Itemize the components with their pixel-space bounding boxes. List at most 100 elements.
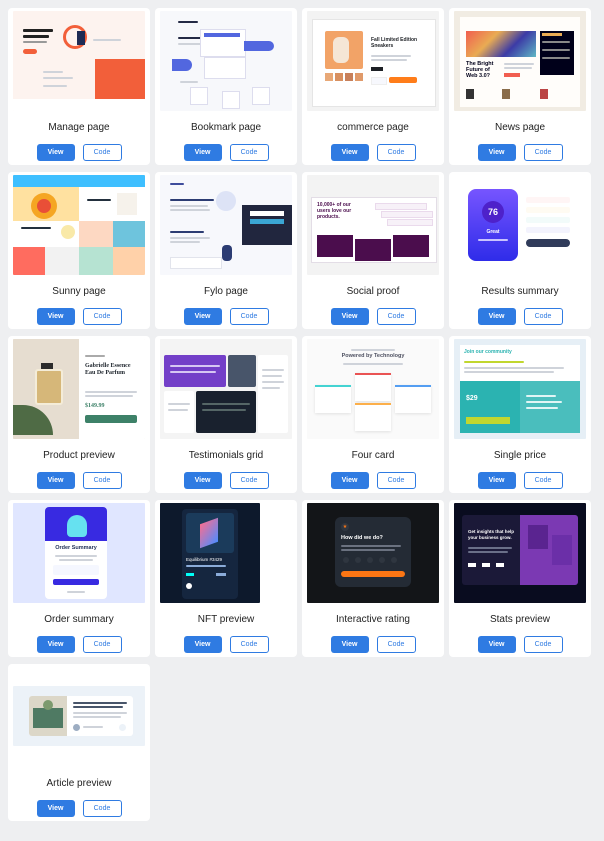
view-button[interactable]: View [36, 800, 75, 817]
code-button[interactable]: Code [82, 800, 122, 817]
view-button[interactable]: View [330, 308, 369, 325]
thumbnail-product-preview: Gabrielle Essence Eau De Parfum $149.99 [13, 339, 145, 439]
four-heading: Powered by Technology [341, 353, 405, 359]
card-title: Sunny page [52, 286, 106, 297]
view-button[interactable]: View [36, 308, 75, 325]
card-title: Bookmark page [190, 122, 262, 133]
code-button[interactable]: Code [376, 636, 416, 653]
thumbnail-single-price: Join our community $29 [454, 339, 586, 439]
social-heading: 10,000+ of our users love our products. [317, 202, 352, 220]
card-product-preview: Gabrielle Essence Eau De Parfum $149.99 … [8, 336, 150, 493]
news-heading: The Bright Future of Web 3.0? [466, 61, 494, 79]
thumbnail-interactive-rating: ★ How did we do? [307, 503, 439, 603]
card-order-summary: Order Summary Order summary View Code [8, 500, 150, 657]
stats-heading: Get insights that help your business gro… [468, 529, 515, 540]
card-title: Manage page [48, 122, 110, 133]
product-price: $149.99 [85, 403, 105, 409]
card-article-preview: Article preview View Code [8, 664, 150, 821]
card-title: Fylo page [204, 286, 248, 297]
thumbnail-news-page: The Bright Future of Web 3.0? [454, 11, 586, 111]
view-button[interactable]: View [36, 472, 75, 489]
code-button[interactable]: Code [82, 144, 122, 161]
view-button[interactable]: View [477, 144, 516, 161]
card-testimonials-grid: Testimonials grid View Code [155, 336, 297, 493]
card-results-summary: 76 Great Results summary View Code [449, 172, 591, 329]
card-title: Social proof [346, 286, 400, 297]
card-commerce-page: Fall Limited Edition Sneakers commerce p… [302, 8, 444, 165]
card-title: commerce page [337, 122, 409, 133]
card-title: Article preview [46, 778, 112, 789]
score-label: Great [486, 229, 500, 235]
view-button[interactable]: View [183, 144, 222, 161]
card-news-page: The Bright Future of Web 3.0? News page … [449, 8, 591, 165]
thumbnail-nft-preview: Equilibrium #3429 [160, 503, 260, 603]
single-heading: Join our community [464, 349, 512, 355]
code-button[interactable]: Code [229, 472, 269, 489]
code-button[interactable]: Code [229, 308, 269, 325]
order-heading: Order Summary [55, 545, 97, 551]
code-button[interactable]: Code [523, 308, 563, 325]
view-button[interactable]: View [477, 472, 516, 489]
view-button[interactable]: View [183, 308, 222, 325]
thumbnail-four-card: Powered by Technology [307, 339, 439, 439]
thumbnail-bookmark-page [160, 11, 292, 111]
product-name: Gabrielle Essence Eau De Parfum [85, 363, 131, 376]
card-single-price: Join our community $29 Single price View… [449, 336, 591, 493]
thumbnail-commerce-page: Fall Limited Edition Sneakers [307, 11, 439, 111]
code-button[interactable]: Code [523, 144, 563, 161]
card-title: Single price [493, 450, 547, 461]
card-title: Interactive rating [336, 614, 410, 625]
code-button[interactable]: Code [376, 472, 416, 489]
card-stats-preview: Get insights that help your business gro… [449, 500, 591, 657]
card-title: Stats preview [489, 614, 551, 625]
view-button[interactable]: View [36, 636, 75, 653]
card-four-card: Powered by Technology Four card View Cod… [302, 336, 444, 493]
rating-heading: How did we do? [341, 535, 383, 541]
code-button[interactable]: Code [376, 308, 416, 325]
code-button[interactable]: Code [376, 144, 416, 161]
code-button[interactable]: Code [229, 144, 269, 161]
single-price-value: $29 [466, 395, 478, 402]
thumbnail-testimonials-grid [160, 339, 292, 439]
card-title: Testimonials grid [188, 450, 264, 461]
view-button[interactable]: View [330, 636, 369, 653]
code-button[interactable]: Code [523, 636, 563, 653]
card-nft-preview: Equilibrium #3429 NFT preview View Code [155, 500, 297, 657]
view-button[interactable]: View [183, 636, 222, 653]
view-button[interactable]: View [330, 472, 369, 489]
code-button[interactable]: Code [82, 308, 122, 325]
card-title: Product preview [43, 450, 115, 461]
view-button[interactable]: View [477, 636, 516, 653]
card-title: News page [494, 122, 546, 133]
card-title: Results summary [481, 286, 559, 297]
thumbnail-fylo-page [160, 175, 292, 275]
code-button[interactable]: Code [229, 636, 269, 653]
challenge-grid: Manage page View Code Bookmark page View… [8, 8, 591, 821]
view-button[interactable]: View [183, 472, 222, 489]
card-bookmark-page: Bookmark page View Code [155, 8, 297, 165]
product-heading: Fall Limited Edition Sneakers [371, 37, 418, 49]
code-button[interactable]: Code [523, 472, 563, 489]
card-social-proof: 10,000+ of our users love our products. … [302, 172, 444, 329]
card-title: Order summary [44, 614, 114, 625]
code-button[interactable]: Code [82, 636, 122, 653]
view-button[interactable]: View [477, 308, 516, 325]
view-button[interactable]: View [36, 144, 75, 161]
thumbnail-stats-preview: Get insights that help your business gro… [454, 503, 586, 603]
thumbnail-results-summary: 76 Great [454, 175, 586, 275]
card-fylo-page: Fylo page View Code [155, 172, 297, 329]
card-interactive-rating: ★ How did we do? Interactive rating View… [302, 500, 444, 657]
card-sunny-page: Sunny page View Code [8, 172, 150, 329]
thumbnail-order-summary: Order Summary [13, 503, 145, 603]
card-title: Four card [351, 450, 395, 461]
card-title: NFT preview [197, 614, 255, 625]
view-button[interactable]: View [330, 144, 369, 161]
nft-name: Equilibrium #3429 [186, 557, 223, 562]
thumbnail-manage-page [13, 11, 145, 111]
thumbnail-sunny-page [13, 175, 145, 275]
card-manage-page: Manage page View Code [8, 8, 150, 165]
thumbnail-social-proof: 10,000+ of our users love our products. [307, 175, 439, 275]
score-value: 76 [482, 201, 504, 223]
code-button[interactable]: Code [82, 472, 122, 489]
thumbnail-article-preview [13, 686, 145, 746]
